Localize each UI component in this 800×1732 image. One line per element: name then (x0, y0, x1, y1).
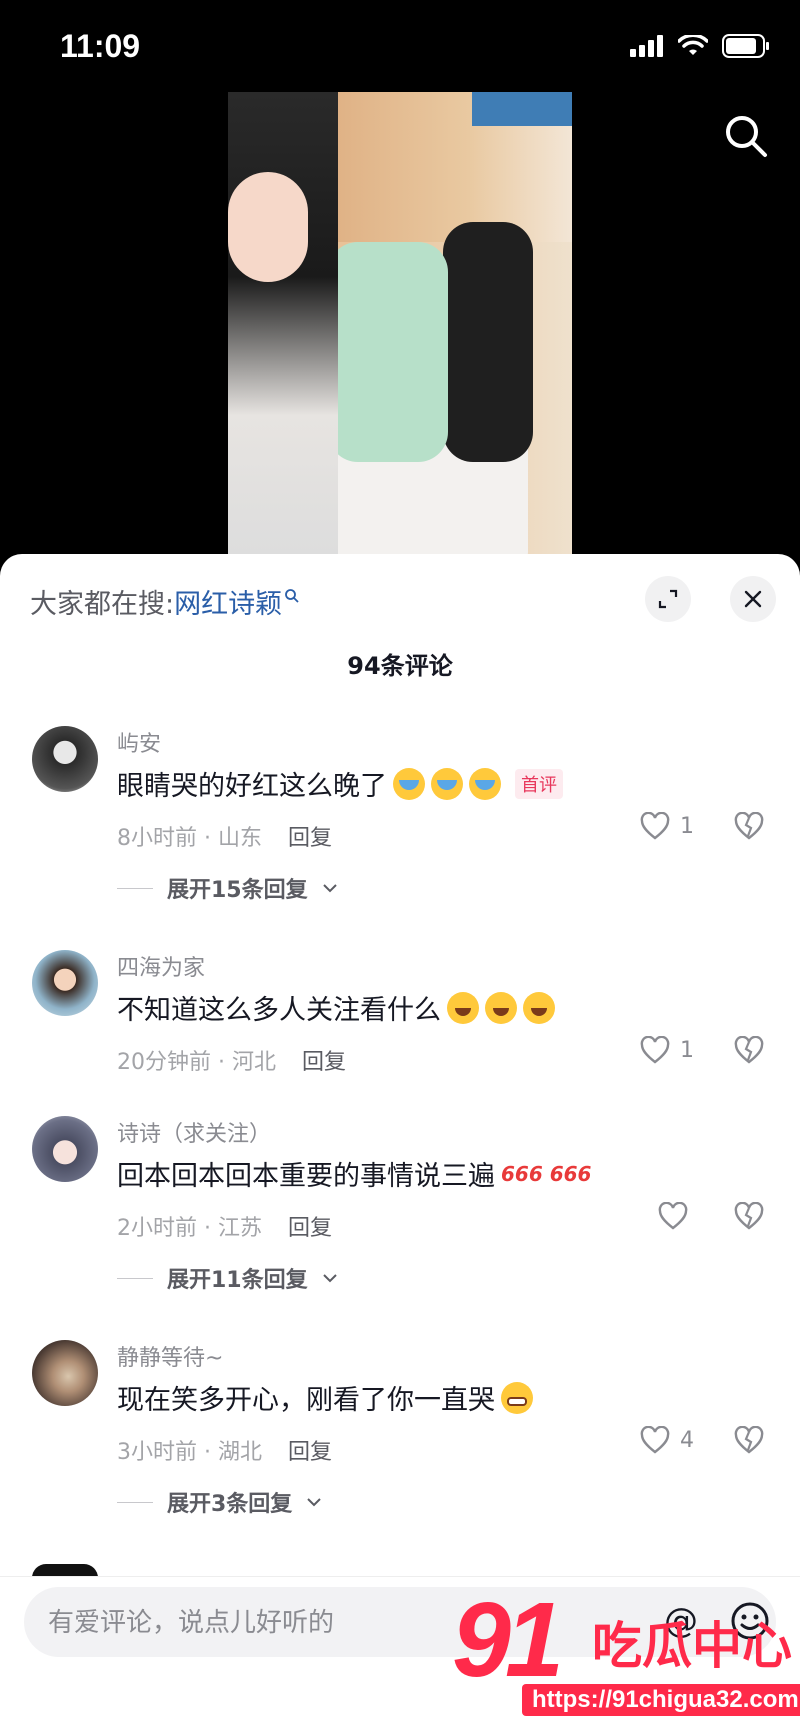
broken-heart-icon[interactable] (734, 1202, 764, 1230)
chevron-down-icon (307, 1498, 322, 1507)
divider (117, 1277, 153, 1279)
watermark-title: 吃瓜中心 (592, 1617, 792, 1675)
broken-heart-icon[interactable] (734, 812, 764, 840)
comment-text-body: 眼睛哭的好红这么晚了 (117, 771, 387, 802)
first-comment-badge: 首评 (515, 768, 563, 799)
close-button[interactable] (730, 576, 776, 622)
divider (117, 1501, 153, 1503)
heart-icon (640, 1036, 670, 1064)
comment-text-body: 不知道这么多人关注看什么 (117, 995, 441, 1026)
status-time: 11:09 (60, 28, 141, 64)
video-tv (472, 92, 572, 126)
comment-meta: 2小时前 · 江苏 回复 (117, 1210, 332, 1242)
heart-icon (640, 812, 670, 840)
like-button[interactable]: 1 (640, 1036, 694, 1064)
watermark-number: 91 (452, 1581, 564, 1699)
wifi-icon (678, 35, 708, 55)
comment-username[interactable]: 静静等待~ (117, 1340, 223, 1372)
video-person-right (443, 222, 533, 462)
hot-search-prefix: 大家都在搜: (30, 589, 175, 620)
comment-meta: 8小时前 · 山东 回复 (117, 820, 332, 852)
reply-button[interactable]: 回复 (288, 1434, 332, 1466)
reply-button[interactable]: 回复 (288, 1210, 332, 1242)
comment-time-location: 8小时前 · 山东 (117, 826, 262, 851)
battery-icon (722, 34, 769, 58)
comment-sheet: 大家都在搜: 网红诗颖 94条评论 屿安 眼睛哭的好红这么晚了 首评 8小时前 … (0, 554, 800, 1731)
comment-username[interactable]: 屿安 (117, 726, 161, 758)
comment-time-location: 3小时前 · 湖北 (117, 1440, 262, 1465)
expand-replies-label: 展开15条回复 (167, 878, 308, 903)
laughing-emoji (523, 991, 555, 1024)
like-button[interactable]: 1 (640, 812, 694, 840)
expand-replies-label: 展开11条回复 (167, 1268, 308, 1293)
reply-button[interactable]: 回复 (302, 1044, 346, 1076)
hot-search[interactable]: 大家都在搜: 网红诗颖 (30, 582, 300, 621)
like-button[interactable] (658, 1202, 688, 1230)
like-count: 4 (680, 1427, 694, 1453)
like-button[interactable]: 4 (640, 1426, 694, 1454)
signal-icon (630, 35, 663, 57)
avatar[interactable] (32, 726, 98, 792)
comment-time-location: 2小时前 · 江苏 (117, 1216, 262, 1241)
expand-replies-button[interactable]: 展开11条回复 (117, 1262, 338, 1294)
comment-text: 回本回本回本重要的事情说三遍 666 666 (117, 1154, 591, 1193)
close-icon (744, 590, 762, 608)
avatar[interactable] (32, 1340, 98, 1406)
video-person-middle (328, 242, 448, 462)
status-icons (630, 34, 770, 58)
avatar[interactable] (32, 950, 98, 1016)
comment-username[interactable]: 四海为家 (117, 950, 205, 982)
search-icon (285, 588, 299, 603)
like-count: 1 (680, 1037, 694, 1063)
comment-text: 现在笑多开心，刚看了你一直哭 (117, 1378, 533, 1417)
search-icon[interactable] (722, 112, 770, 160)
expand-button[interactable] (645, 576, 691, 622)
comment-meta: 3小时前 · 湖北 回复 (117, 1434, 332, 1466)
like-count: 1 (680, 813, 694, 839)
watermark: 91 吃瓜中心 https://91chigua32.com (452, 1580, 800, 1720)
divider (117, 887, 153, 889)
video-player[interactable] (228, 92, 572, 554)
expand-replies-label: 展开3条回复 (167, 1492, 293, 1517)
comment-count: 94条评论 (347, 652, 453, 680)
crying-emoji (431, 767, 463, 800)
comment-text: 不知道这么多人关注看什么 (117, 988, 555, 1027)
heart-icon (658, 1202, 688, 1230)
heart-icon (640, 1426, 670, 1454)
hot-search-keyword[interactable]: 网红诗颖 (174, 582, 282, 621)
expand-replies-button[interactable]: 展开3条回复 (117, 1486, 322, 1518)
expand-icon (658, 589, 678, 609)
chevron-down-icon (322, 1274, 337, 1283)
reply-button[interactable]: 回复 (288, 820, 332, 852)
comment-text: 眼睛哭的好红这么晚了 首评 (117, 764, 563, 803)
crying-emoji (393, 767, 425, 800)
video-face (228, 172, 308, 282)
status-bar: 11:09 (0, 0, 800, 92)
grinning-emoji (501, 1381, 533, 1414)
comment-time-location: 20分钟前 · 河北 (117, 1050, 276, 1075)
watermark-url: https://91chigua32.com (522, 1684, 800, 1716)
laughing-emoji (485, 991, 517, 1024)
comment-meta: 20分钟前 · 河北 回复 (117, 1044, 346, 1076)
avatar[interactable] (32, 1116, 98, 1182)
666-emoji: 666 666 (501, 1161, 592, 1186)
chevron-down-icon (322, 884, 337, 893)
comment-text-body: 回本回本回本重要的事情说三遍 (117, 1161, 495, 1192)
crying-emoji (469, 767, 501, 800)
laughing-emoji (447, 991, 479, 1024)
comment-text-body: 现在笑多开心，刚看了你一直哭 (117, 1385, 495, 1416)
broken-heart-icon[interactable] (734, 1036, 764, 1064)
comment-username[interactable]: 诗诗（求关注） (117, 1116, 271, 1148)
expand-replies-button[interactable]: 展开15条回复 (117, 872, 338, 904)
video-person-left (228, 92, 338, 554)
broken-heart-icon[interactable] (734, 1426, 764, 1454)
